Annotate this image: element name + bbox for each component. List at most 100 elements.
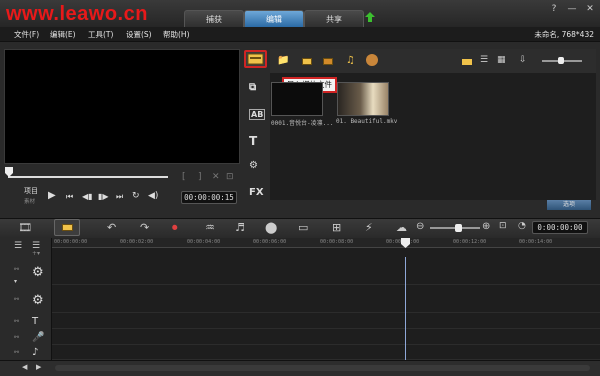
subtitle-editor-icon[interactable]: ▭: [298, 221, 308, 234]
zoom-handle[interactable]: [455, 224, 462, 232]
project-info: 未命名, 768*432: [534, 30, 594, 39]
video-track-icon: ⚙: [32, 265, 44, 280]
timeline-timecode[interactable]: 0:00:00:00: [532, 221, 588, 234]
record-capture-icon[interactable]: ⏺: [172, 221, 178, 235]
motion-track-icon[interactable]: ⬤: [265, 221, 277, 234]
ab-transition-icon[interactable]: AB: [249, 109, 266, 120]
title-icon[interactable]: T: [249, 134, 257, 148]
tab-share[interactable]: 共享: [304, 10, 364, 27]
ruler-tick: 00:00:08:00: [320, 239, 354, 245]
time-remap-icon[interactable]: ⚡: [365, 221, 373, 234]
zoom-out-icon[interactable]: ⊖: [416, 221, 424, 232]
playhead-line[interactable]: [405, 257, 406, 360]
title-track-icon: T: [32, 316, 39, 327]
menu-tools[interactable]: 工具(T): [88, 29, 113, 40]
web-library-icon[interactable]: [366, 54, 378, 66]
folder-icon[interactable]: 📁: [277, 55, 289, 66]
media-library-button[interactable]: [244, 50, 267, 68]
project-mode-label[interactable]: 项目: [24, 186, 38, 196]
ruler-tick: 00:00:06:00: [253, 239, 287, 245]
menu-settings[interactable]: 设置(S): [126, 29, 152, 40]
music-track-icon: ♪: [32, 347, 39, 358]
split-clip-icon[interactable]: ✕: [212, 172, 220, 182]
sidebar: [244, 49, 270, 210]
redo-icon[interactable]: ↷: [140, 221, 149, 234]
video-track[interactable]: [52, 258, 600, 285]
ruler-tick: 00:00:04:00: [187, 239, 221, 245]
track-visibility-icon[interactable]: ⚯: [14, 296, 19, 303]
thumbnail-size-handle[interactable]: [558, 57, 564, 64]
tab-capture[interactable]: 捕获: [184, 10, 244, 27]
thumbnail-label: 01. Beautiful.mkv: [336, 118, 398, 125]
mark-in-button[interactable]: [: [182, 172, 186, 182]
track-visibility-icon[interactable]: ⚯: [14, 349, 19, 356]
repeat-icon[interactable]: ↻: [132, 191, 140, 201]
list-view-icon[interactable]: ☰: [480, 55, 488, 65]
timeline-view-button[interactable]: [54, 219, 80, 236]
thumbnail-view-icon[interactable]: [462, 59, 472, 65]
media-thumbnail[interactable]: [271, 82, 323, 116]
ruler-tick: 00:00:00:00: [54, 239, 88, 245]
watermark: www.leawo.cn: [6, 3, 148, 25]
play-icon[interactable]: ▶: [48, 190, 56, 201]
home-icon[interactable]: ⏮: [66, 192, 73, 202]
help-button[interactable]: ?: [548, 4, 560, 14]
transition-icon[interactable]: ⧉: [249, 82, 256, 93]
source-mode-label[interactable]: 素材: [24, 197, 35, 205]
menu-file[interactable]: 文件(F): [14, 29, 39, 40]
storyboard-view-icon[interactable]: 🎞: [18, 221, 32, 234]
voice-track[interactable]: [52, 329, 600, 345]
library-panel: [270, 49, 596, 210]
previous-frame-icon[interactable]: ◀▮: [82, 192, 93, 201]
fit-project-icon[interactable]: ☁: [396, 221, 407, 234]
horizontal-scrollbar[interactable]: [55, 365, 590, 371]
multicam-icon[interactable]: ⊞: [332, 221, 341, 234]
clock-icon: ◔: [518, 221, 526, 231]
scrub-bar[interactable]: [8, 176, 168, 178]
audio-filter-icon[interactable]: ♫: [346, 55, 355, 66]
track-visibility-icon[interactable]: ⚯: [14, 266, 19, 273]
mark-out-button[interactable]: ]: [198, 172, 202, 182]
scroll-right-icon[interactable]: ▶: [36, 363, 41, 371]
enlarge-icon[interactable]: ⊡: [226, 172, 234, 182]
ruler-tick: 00:00:12:00: [453, 239, 487, 245]
volume-icon[interactable]: ◀): [148, 191, 158, 201]
ruler-tick: 00:00:14:00: [519, 239, 553, 245]
fx-icon[interactable]: FX: [249, 187, 264, 198]
options-button[interactable]: 选项: [547, 200, 591, 210]
overlay-track[interactable]: [52, 285, 600, 313]
grid-view-icon[interactable]: ▦: [497, 55, 506, 65]
upload-icon[interactable]: [364, 11, 376, 23]
close-button[interactable]: ✕: [584, 4, 596, 14]
sort-icon[interactable]: ⇩: [519, 55, 527, 65]
video-filter-icon[interactable]: [302, 58, 312, 65]
end-icon[interactable]: ⏭: [116, 192, 123, 202]
zoom-in-icon[interactable]: ⊕: [482, 221, 490, 232]
ruler-tick: 00:00:02:00: [120, 239, 154, 245]
photo-filter-icon[interactable]: [323, 58, 333, 65]
thumbnail-label: 0001.音悦台-凌凛...: [271, 120, 334, 127]
music-track[interactable]: [52, 345, 600, 360]
tab-edit[interactable]: 编辑: [244, 10, 304, 27]
preview-timecode[interactable]: 00:00:00:15: [181, 191, 237, 204]
graphics-icon[interactable]: ⚙: [249, 160, 258, 171]
title-track[interactable]: [52, 313, 600, 329]
media-thumbnail[interactable]: [337, 82, 389, 116]
track-visibility-icon[interactable]: ⚯: [14, 318, 19, 325]
overlay-track-icon: ⚙: [32, 293, 44, 308]
menu-help[interactable]: 帮助(H): [163, 29, 190, 40]
menu-edit[interactable]: 编辑(E): [50, 29, 76, 40]
undo-icon[interactable]: ↶: [107, 221, 116, 234]
auto-music-icon[interactable]: ♬: [235, 221, 245, 234]
track-expand-icon[interactable]: ▾: [14, 278, 17, 285]
ripple-edit-icon[interactable]: +▾: [32, 250, 40, 257]
next-frame-icon[interactable]: ▮▶: [98, 192, 109, 201]
timeline-view-icon: [62, 224, 73, 231]
preview-window: [4, 49, 240, 164]
track-manager-icon[interactable]: ☰: [14, 241, 22, 251]
sound-mixer-icon[interactable]: ♒: [205, 221, 215, 234]
scroll-left-icon[interactable]: ◀: [22, 363, 27, 371]
fit-timeline-icon[interactable]: ⊡: [499, 221, 507, 231]
track-visibility-icon[interactable]: ⚯: [14, 334, 19, 341]
minimize-button[interactable]: —: [566, 4, 578, 14]
